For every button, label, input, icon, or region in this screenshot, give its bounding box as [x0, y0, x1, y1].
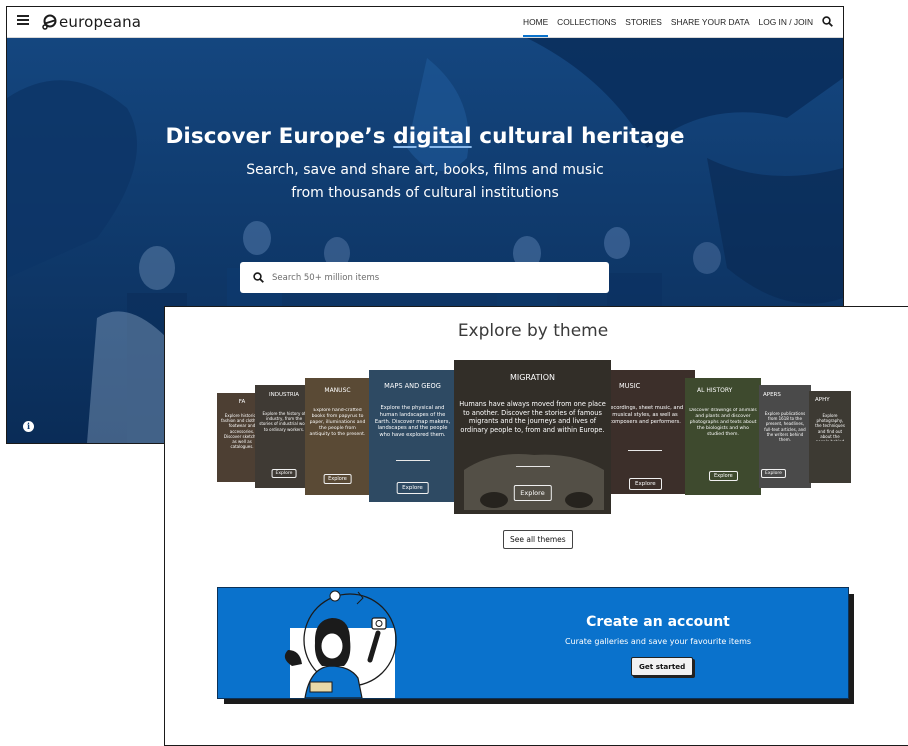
explore-button[interactable]: Explore [271, 469, 297, 478]
nav-home[interactable]: HOME [523, 7, 549, 37]
explore-button[interactable]: Explore [513, 485, 552, 501]
theme-card-description-text: Discover drawings of animals and plants … [689, 408, 757, 437]
theme-card-title: MUSIC [619, 382, 641, 390]
nav-log-in-join[interactable]: LOG IN / JOIN [759, 7, 813, 37]
theme-card-description: Explore hand-crafted books from papyrus … [309, 408, 366, 444]
europeana-logo[interactable]: europeana [41, 11, 141, 33]
person-taking-photo-illustration [284, 590, 397, 698]
explore-button[interactable]: Explore [709, 471, 738, 481]
theme-card-divider [628, 450, 662, 451]
cta-title: Create an account [586, 614, 730, 630]
theme-card-description: Explore the history of industry, from th… [259, 411, 309, 443]
hero-title-highlight: digital [393, 124, 472, 149]
explore-button[interactable]: Explore [761, 469, 786, 478]
nav-collections[interactable]: COLLECTIONS [557, 7, 616, 37]
theme-card-title: MIGRATION [509, 373, 556, 382]
explore-window: Explore by theme FA Explore historical f… [164, 306, 908, 746]
theme-card-description-text: Explore hand-crafted books from papyrus … [309, 408, 366, 437]
theme-card-manuscripts[interactable]: MANUSC Explore hand-crafted books from p… [305, 378, 370, 495]
theme-card-description: Explore publications from 1618 to the pr… [763, 411, 807, 443]
theme-card-title: MAPS AND GEOG [384, 382, 441, 390]
theme-card-title: AL HISTORY [697, 387, 733, 394]
theme-card-description: Recordings, sheet music, and musical sty… [599, 405, 691, 437]
theme-card-description: Explore the physical and human landscape… [373, 405, 452, 445]
theme-card-description-text: Explore the physical and human landscape… [374, 405, 451, 438]
hero-subtitle-line2: from thousands of cultural institutions [291, 185, 559, 201]
theme-card-newspapers[interactable]: APERS Explore publications from 1618 to … [759, 385, 811, 488]
theme-card-description-text: Recordings, sheet music, and musical sty… [606, 405, 684, 425]
theme-card-description-text: Humans have always moved from one place … [459, 400, 606, 434]
nav-share-your-data[interactable]: SHARE YOUR DATA [671, 7, 750, 37]
theme-card-description-text: Explore photography, the techniques and … [815, 413, 845, 441]
info-icon[interactable]: i [23, 421, 34, 432]
hero-search-input[interactable]: Search 50+ million items [240, 262, 609, 293]
search-icon[interactable] [822, 16, 833, 27]
theme-card-description-text: Explore the history of industry, from th… [259, 411, 309, 432]
main-nav: HOME COLLECTIONS STORIES SHARE YOUR DATA… [514, 7, 813, 37]
theme-card-title: APERS [763, 392, 781, 398]
europeana-logo-icon [42, 14, 57, 30]
brand-name: europeana [59, 13, 142, 31]
hamburger-menu-icon[interactable] [17, 15, 29, 25]
nav-stories[interactable]: STORIES [625, 7, 662, 37]
theme-card-title: APHY [815, 397, 830, 403]
get-started-button[interactable]: Get started [631, 657, 694, 676]
explore-by-theme-heading: Explore by theme [457, 321, 609, 341]
theme-card-description-text: Explore publications from 1618 to the pr… [764, 411, 806, 442]
theme-card-title: MANUSC [324, 387, 351, 394]
theme-card-description: Discover drawings of animals and plants … [689, 408, 757, 444]
explore-button[interactable]: Explore [323, 474, 352, 484]
hero-subtitle-line1: Search, save and share art, books, films… [246, 162, 604, 178]
theme-card-maps-and-geography[interactable]: MAPS AND GEOG Explore the physical and h… [369, 370, 456, 502]
search-icon [253, 272, 264, 283]
theme-card-divider [395, 460, 430, 461]
cta-subtitle: Curate galleries and save your favourite… [564, 637, 752, 646]
explore-button[interactable]: Explore [396, 482, 429, 494]
theme-card-photography[interactable]: APHY Explore photography, the techniques… [809, 391, 851, 483]
theme-card-description: Humans have always moved from one place … [458, 400, 607, 434]
top-navigation-bar: europeana HOME COLLECTIONS STORIES SHARE… [7, 7, 843, 38]
see-all-themes-button[interactable]: See all themes [503, 530, 573, 549]
hero-title-part: cultural heritage [471, 124, 685, 149]
explore-button[interactable]: Explore [629, 478, 662, 490]
theme-card-natural-history[interactable]: AL HISTORY Discover drawings of animals … [685, 378, 761, 495]
theme-card-divider [515, 466, 550, 467]
create-account-banner: Create an account Curate galleries and s… [217, 587, 849, 699]
search-placeholder: Search 50+ million items [272, 272, 380, 283]
theme-card-description: Explore photography, the techniques and … [813, 413, 847, 441]
theme-card-migration[interactable]: MIGRATION Humans have always moved from … [454, 360, 611, 514]
hero-title-part: Discover Europe’s [165, 124, 394, 149]
hero-title: Discover Europe’s digital cultural herit… [7, 124, 843, 149]
